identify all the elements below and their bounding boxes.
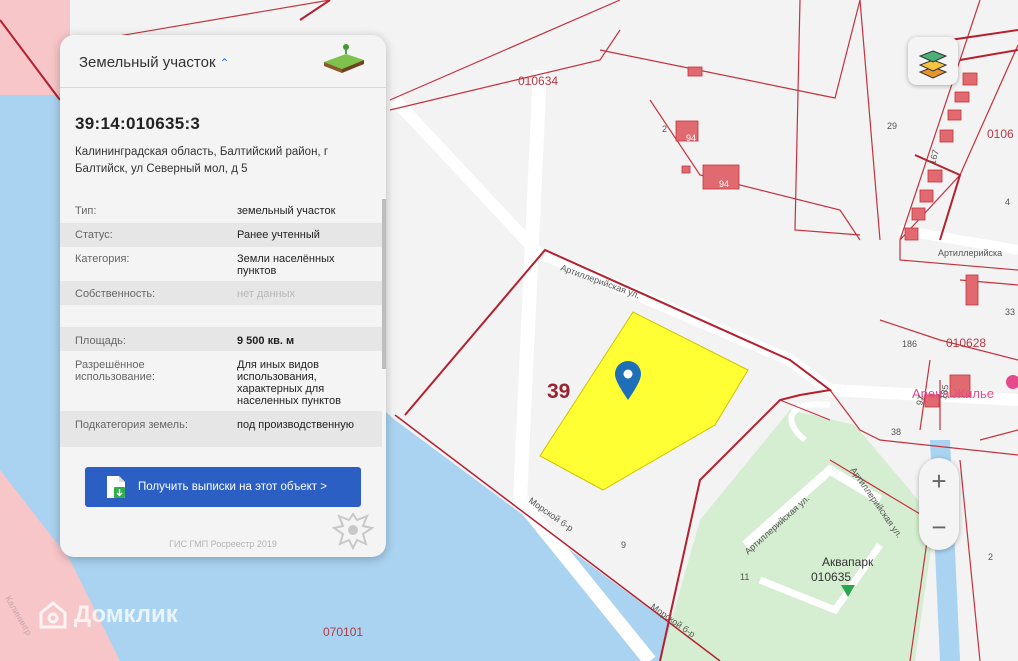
- get-extracts-label: Получить выписки на этот объект >: [138, 481, 327, 493]
- watermark-text: Домклик: [74, 601, 178, 628]
- property-key: Площадь:: [75, 335, 126, 347]
- property-row: Площадь: 9 500 кв. м: [60, 327, 382, 351]
- house-number: 11: [740, 572, 749, 582]
- panel-footer: ГИС ГМП Росреестр 2019: [169, 539, 277, 549]
- land-plot-icon: [324, 44, 364, 73]
- house-number: 186: [902, 339, 917, 349]
- property-value: нет данных: [237, 288, 296, 300]
- property-key: Тип:: [75, 205, 97, 217]
- block-label: 010635: [811, 570, 851, 584]
- domclick-watermark: Домклик: [38, 600, 178, 630]
- properties-scrollbar[interactable]: [382, 199, 386, 369]
- zoom-in-button[interactable]: +: [919, 458, 959, 504]
- zoom-out-button[interactable]: −: [919, 504, 959, 550]
- layers-button[interactable]: [908, 37, 958, 85]
- property-value: 9 500 кв. м: [237, 335, 295, 347]
- block-label: 010628: [946, 336, 986, 350]
- block-label: 070101: [323, 625, 363, 639]
- house-number: 38: [891, 427, 901, 437]
- block-label: 010634: [518, 74, 558, 88]
- property-row-spacer: [60, 305, 382, 327]
- property-value: Для иных видов использования, характерны…: [237, 359, 341, 407]
- property-key: Собственность:: [75, 288, 156, 300]
- parcel-prefix-label: 39: [547, 380, 570, 403]
- house-number: 94: [719, 179, 729, 189]
- chevron-up-icon[interactable]: ⌃: [220, 56, 230, 70]
- get-extracts-button[interactable]: Получить выписки на этот объект >: [85, 467, 361, 507]
- block-label: 0106: [987, 127, 1014, 141]
- property-key: Статус:: [75, 229, 113, 241]
- parcel-address: Калининградская область, Балтийский райо…: [75, 146, 329, 175]
- property-value: Ранее учтенный: [237, 229, 320, 241]
- street-label: Артиллерийска: [938, 248, 1002, 258]
- house-number: 4: [1005, 197, 1010, 207]
- panel-header[interactable]: Земельный участок ⌃: [60, 35, 386, 88]
- parcel-info-panel: Земельный участок ⌃ 39:14:010635:3 Калини…: [60, 35, 386, 557]
- document-download-icon: [107, 476, 125, 498]
- cadastral-number: 39:14:010635:3: [75, 114, 201, 133]
- property-row: Тип: земельный участок: [60, 199, 382, 223]
- property-row: Подкатегория земель: под производственну…: [60, 411, 382, 447]
- panel-title-text: Земельный участок: [79, 54, 216, 71]
- properties-table[interactable]: Тип: земельный участок Статус: Ранее учт…: [60, 199, 382, 447]
- house-number: 29: [887, 121, 897, 131]
- property-row: Статус: Ранее учтенный: [60, 223, 382, 247]
- house-number: 9: [621, 540, 626, 550]
- property-row: Собственность: нет данных: [60, 281, 382, 305]
- property-key: Подкатегория земель:: [75, 419, 188, 431]
- property-value: под производственную: [237, 419, 354, 431]
- zoom-control: + −: [919, 458, 959, 550]
- house-number: 33: [1005, 307, 1015, 317]
- property-row: Категория: Земли населённых пунктов: [60, 247, 382, 281]
- property-row: Разрешённое использование: Для иных видо…: [60, 351, 382, 411]
- aquapark-label: Аквапарк: [822, 555, 874, 569]
- house-number: 94: [686, 133, 696, 143]
- layers-icon: [918, 50, 948, 79]
- panel-title[interactable]: Земельный участок ⌃: [79, 54, 230, 71]
- property-key: Категория:: [75, 253, 130, 265]
- property-value: земельный участок: [237, 205, 336, 217]
- domclick-logo-icon: [39, 601, 67, 629]
- house-number: 2: [662, 124, 667, 134]
- property-value: Земли населённых пунктов: [237, 253, 335, 277]
- property-key: Разрешённое использование:: [75, 359, 155, 383]
- house-number: 2: [988, 552, 993, 562]
